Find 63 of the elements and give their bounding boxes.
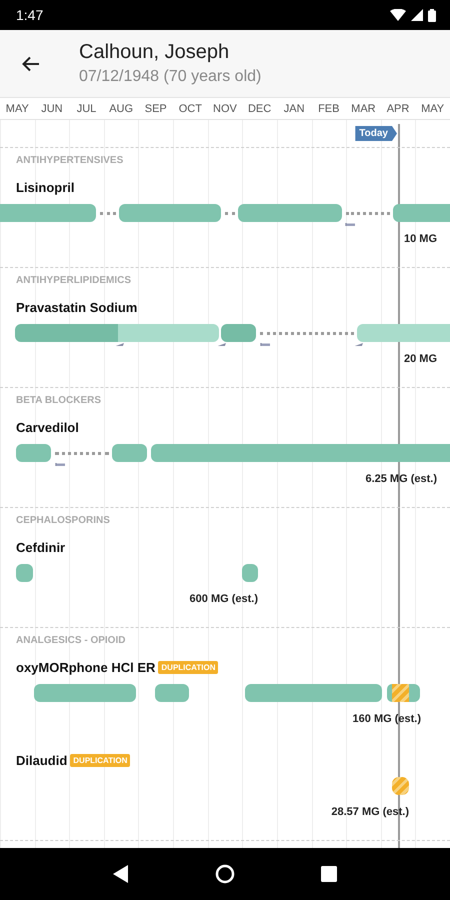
month-label: SEP — [144, 102, 168, 117]
dose-bar[interactable] — [154, 684, 189, 702]
dose-bar[interactable] — [119, 204, 221, 222]
month-label: DEC — [246, 102, 272, 117]
patient-name: Calhoun, Joseph — [79, 41, 230, 64]
dose-label: 10 MG — [404, 233, 437, 245]
category-label: ANTIHYPERLIPIDEMICS — [15, 274, 132, 288]
dose-bar[interactable] — [16, 444, 51, 462]
month-label: NOV — [212, 102, 238, 117]
category-label: BETA BLOCKERS — [15, 394, 102, 408]
month-label: FEB — [317, 102, 340, 117]
category-label: CEPHALOSPORINS — [15, 514, 111, 528]
duplication-tag: DUPLICATION — [158, 660, 218, 674]
month-label: JUN — [40, 102, 64, 117]
month-label: MAR — [350, 102, 377, 117]
dose-bar[interactable] — [242, 564, 258, 582]
wifi-icon — [390, 9, 406, 21]
dose-bar[interactable] — [0, 204, 96, 222]
dose-bar[interactable] — [245, 684, 382, 702]
gap-line — [55, 452, 109, 455]
duplication-marker[interactable] — [392, 777, 409, 795]
month-label: OCT — [178, 102, 203, 117]
month-label: MAY — [420, 102, 446, 117]
month-label: MAY — [4, 102, 30, 117]
drug-name: Carvedilol — [16, 420, 79, 434]
birth-date: 07/12/1948 (70 years old) — [79, 68, 262, 86]
duplication-marker[interactable] — [392, 684, 409, 702]
gap-line — [100, 212, 116, 215]
month-label: APR — [386, 102, 410, 117]
drug-name: Lisinopril — [16, 180, 74, 194]
gap-line — [225, 212, 235, 215]
drug-name: Pravastatin Sodium — [16, 300, 138, 314]
dose-label: 20 MG — [404, 353, 437, 365]
drug-name: Dilaudid — [16, 752, 68, 768]
dose-bar[interactable] — [112, 444, 147, 462]
dose-bar[interactable] — [393, 204, 450, 222]
category-label: ANALGESICS - OPIOID — [15, 634, 126, 648]
month-label: JAN — [282, 102, 306, 117]
dose-label: 6.25 MG (est.) — [365, 473, 437, 485]
month-label: JUL — [76, 102, 98, 117]
drug-name: oxyMORphone HCl ER — [16, 660, 156, 674]
month-label: AUG — [108, 102, 134, 117]
dose-label: 28.57 MG (est.) — [331, 806, 409, 818]
status-time: 1:47 — [16, 7, 44, 23]
duplication-tag: DUPLICATION — [70, 754, 130, 766]
recents-nav-icon[interactable] — [321, 866, 337, 882]
dose-bar[interactable] — [221, 324, 256, 342]
drug-name: Cefdinir — [16, 540, 66, 554]
today-label: Today — [355, 126, 397, 141]
dose-bar[interactable] — [387, 684, 392, 702]
dose-label: 160 MG (est.) — [352, 713, 421, 725]
dose-label: 600 MG (est.) — [190, 593, 258, 605]
gap-line — [346, 212, 390, 215]
category-label: ANTIHYPERTENSIVES — [15, 154, 124, 168]
home-nav-icon[interactable] — [215, 864, 235, 884]
dose-bar[interactable] — [409, 684, 420, 702]
dose-bar[interactable] — [151, 444, 450, 462]
dose-bar[interactable] — [34, 684, 136, 702]
dose-bar[interactable] — [16, 564, 33, 582]
back-nav-icon[interactable] — [113, 865, 129, 883]
battery-icon — [428, 8, 436, 22]
signal-icon — [411, 9, 423, 21]
back-arrow-icon — [22, 56, 40, 72]
